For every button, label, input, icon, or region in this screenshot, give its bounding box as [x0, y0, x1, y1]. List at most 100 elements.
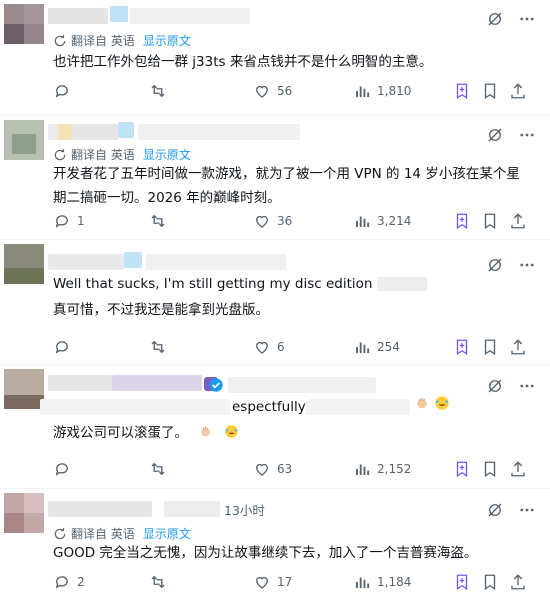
post-4[interactable]: espectfully 游戏公司可以滚蛋了。 63 2,152: [0, 365, 550, 489]
grok-button[interactable]: [453, 338, 471, 356]
verified-icon: [209, 378, 223, 392]
post-text: GOOD 完全当之无愧，因为让故事继续下去，加入了一个吉普赛海盗。: [53, 545, 478, 561]
hide-icon[interactable]: [486, 10, 504, 28]
post-2[interactable]: 翻译自 英语 显示原文 开发者花了五年时间做一款游戏，就为了被一个用 VPN 的…: [0, 116, 550, 240]
share-icon: [511, 574, 525, 590]
view-count: 3,214: [377, 214, 412, 228]
avatar[interactable]: [4, 4, 44, 44]
like-button[interactable]: 6: [253, 338, 285, 356]
repost-button[interactable]: [149, 82, 167, 100]
hide-icon[interactable]: [486, 377, 504, 395]
action-bar: 63 2,152: [53, 460, 536, 480]
laugh-cry-emoji-icon: [224, 425, 238, 438]
redacted-text: [40, 399, 230, 415]
reply-button[interactable]: [53, 460, 77, 478]
reply-button[interactable]: [53, 338, 77, 356]
avatar[interactable]: [4, 369, 44, 409]
redacted-username: [110, 6, 128, 22]
translation-note: 翻译自 英语 显示原文: [53, 32, 191, 49]
post-3[interactable]: Well that sucks, I'm still getting my di…: [0, 240, 550, 365]
show-original-link[interactable]: 显示原文: [143, 146, 191, 163]
repost-icon: [151, 462, 165, 476]
like-button[interactable]: 63: [253, 460, 292, 478]
reply-icon: [55, 463, 68, 476]
share-icon: [511, 83, 525, 99]
post-text: 开发者花了五年时间做一款游戏，就为了被一个用 VPN 的 14 岁小孩在某个星 …: [53, 162, 533, 210]
redacted-handle: [164, 501, 220, 517]
repost-button[interactable]: [149, 212, 167, 230]
like-button[interactable]: 17: [253, 573, 292, 591]
views-button[interactable]: 2,152: [353, 460, 411, 478]
bookmark-button[interactable]: [481, 460, 499, 478]
emoji-group: [414, 395, 450, 415]
grok-button[interactable]: [453, 212, 471, 230]
translate-icon: [54, 34, 66, 46]
translated-from-label: 翻译自 英语: [71, 148, 135, 162]
more-icon[interactable]: [518, 10, 536, 28]
redacted-username: [48, 254, 124, 270]
more-icon[interactable]: [518, 377, 536, 395]
post-1[interactable]: 翻译自 英语 显示原文 也许把工作外包给一群 j33ts 来省点钱并不是什么明智…: [0, 0, 550, 116]
bookmark-button[interactable]: [481, 212, 499, 230]
like-icon: [256, 463, 268, 476]
like-button[interactable]: 36: [253, 212, 292, 230]
grok-button[interactable]: [453, 573, 471, 591]
more-icon[interactable]: [518, 501, 536, 519]
share-button[interactable]: [509, 212, 527, 230]
translate-icon: [54, 148, 66, 160]
like-button[interactable]: 56: [253, 82, 292, 100]
share-button[interactable]: [509, 338, 527, 356]
views-icon: [356, 216, 370, 227]
hide-icon[interactable]: [486, 126, 504, 144]
repost-button[interactable]: [149, 338, 167, 356]
post-timestamp[interactable]: 13小时: [224, 500, 265, 519]
avatar[interactable]: [4, 244, 44, 284]
grok-icon: [456, 574, 468, 591]
post-text: 也许把工作外包给一群 j33ts 来省点钱并不是什么明智的主意。: [53, 54, 433, 70]
hide-icon[interactable]: [486, 501, 504, 519]
views-button[interactable]: 3,214: [353, 212, 411, 230]
grok-icon: [456, 213, 468, 230]
share-button[interactable]: [509, 82, 527, 100]
reply-icon: [55, 576, 68, 589]
redacted-username: [48, 375, 112, 391]
like-icon: [256, 215, 268, 228]
grok-button[interactable]: [453, 460, 471, 478]
reply-button[interactable]: 1: [53, 212, 85, 230]
bookmark-button[interactable]: [481, 82, 499, 100]
views-button[interactable]: 1,184: [353, 573, 411, 591]
action-bar: 6 254: [53, 338, 536, 358]
share-button[interactable]: [509, 460, 527, 478]
reply-button[interactable]: [53, 82, 77, 100]
redacted-username: [48, 501, 152, 517]
share-icon: [511, 213, 525, 229]
repost-button[interactable]: [149, 573, 167, 591]
view-count: 254: [377, 340, 400, 354]
bookmark-button[interactable]: [481, 573, 499, 591]
translate-icon: [54, 527, 66, 539]
reply-button[interactable]: 2: [53, 573, 85, 591]
like-icon: [256, 341, 268, 354]
bookmark-button[interactable]: [481, 338, 499, 356]
repost-icon: [151, 575, 165, 589]
bookmark-icon: [484, 574, 496, 591]
original-text-fragment: espectfully: [232, 399, 306, 415]
post-text-line: 开发者花了五年时间做一款游戏，就为了被一个用 VPN 的 14 岁小孩在某个星: [53, 166, 520, 182]
views-button[interactable]: 254: [353, 338, 400, 356]
show-original-link[interactable]: 显示原文: [143, 32, 191, 49]
like-count: 36: [277, 214, 293, 228]
avatar[interactable]: [4, 120, 44, 160]
avatar[interactable]: [4, 493, 44, 533]
reply-count: 1: [77, 214, 85, 228]
show-original-link[interactable]: 显示原文: [143, 525, 191, 542]
redacted-username: [124, 252, 142, 268]
views-button[interactable]: 1,810: [353, 82, 411, 100]
more-icon[interactable]: [518, 126, 536, 144]
bookmark-icon: [484, 339, 496, 356]
grok-button[interactable]: [453, 82, 471, 100]
repost-button[interactable]: [149, 460, 167, 478]
post-5[interactable]: 13小时 翻译自 英语 显示原文 GOOD 完全当之无愧，因为让故事继续下去，加…: [0, 489, 550, 601]
reply-count: 2: [77, 575, 85, 589]
redacted-handle: [138, 124, 300, 140]
share-button[interactable]: [509, 573, 527, 591]
